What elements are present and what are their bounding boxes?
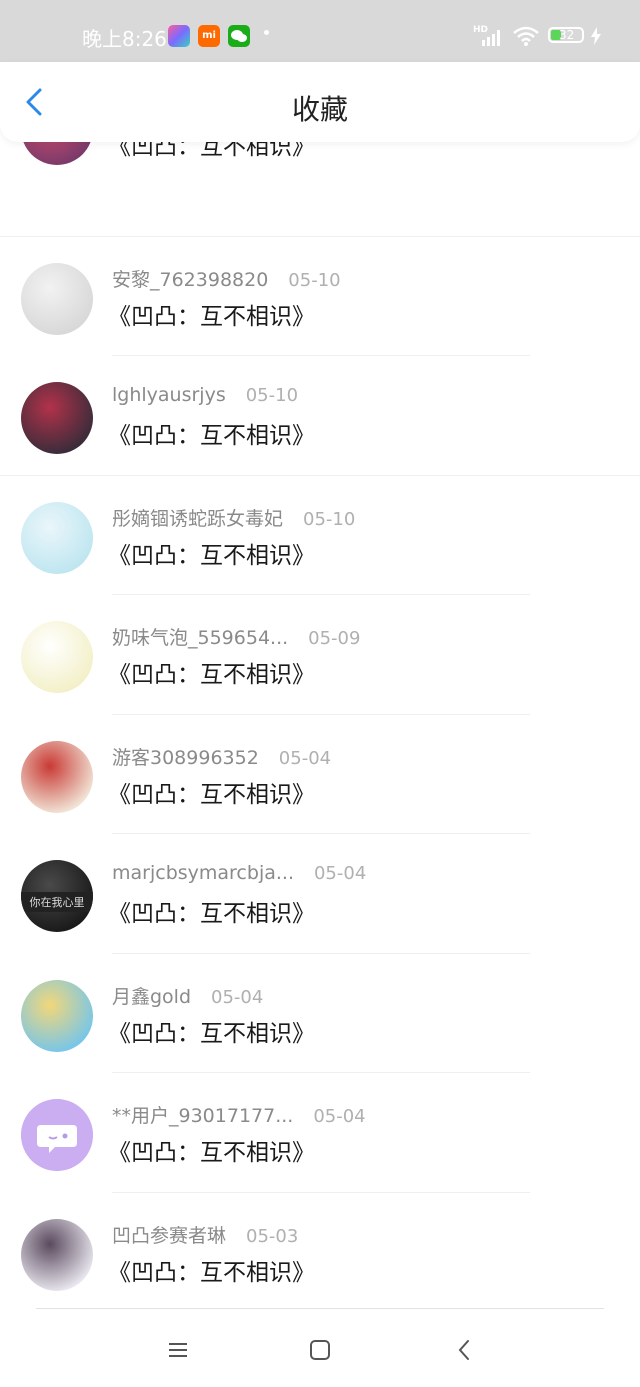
app-a-icon xyxy=(168,25,190,47)
avatar[interactable] xyxy=(21,1218,93,1291)
avatar[interactable] xyxy=(21,382,93,454)
chat-bubble-icon xyxy=(21,1099,93,1171)
author-name[interactable]: lghlyausrjys xyxy=(112,384,226,406)
menu-icon xyxy=(169,1343,187,1357)
favorite-date: 05-10 xyxy=(303,508,356,530)
item-meta: 安黎_762398820 05-10 xyxy=(112,265,341,292)
article-title[interactable]: 《凹凸：互不相识》 xyxy=(108,894,315,928)
status-bar: 晚上8:26 mi HD 32 xyxy=(0,0,640,62)
home-button[interactable] xyxy=(308,1338,332,1362)
back-icon xyxy=(458,1340,469,1360)
author-name[interactable]: 奶味气泡_559654... xyxy=(112,623,288,650)
avatar[interactable] xyxy=(21,621,93,693)
item-meta: **用户_93017177... 05-04 xyxy=(112,1101,366,1128)
avatar[interactable] xyxy=(21,1099,93,1171)
author-name[interactable]: 凹凸参赛者琳 xyxy=(112,1221,226,1248)
list-item[interactable]: 凹凸参赛者琳 05-03 《凹凸：互不相识》 xyxy=(0,1193,640,1313)
favorite-date: 05-04 xyxy=(313,1106,366,1127)
article-title[interactable]: 《凹凸：互不相识》 xyxy=(108,1133,315,1167)
author-name[interactable]: 安黎_762398820 xyxy=(112,265,268,292)
list-item[interactable]: 安黎_762398820 05-10 《凹凸：互不相识》 xyxy=(0,237,640,356)
status-time: 晚上8:26 xyxy=(82,27,167,51)
home-icon xyxy=(310,1340,330,1360)
list-item[interactable]: 月鑫gold 05-04 《凹凸：互不相识》 xyxy=(0,954,640,1073)
favorite-date: 05-04 xyxy=(313,863,367,884)
mi-icon: mi xyxy=(198,25,220,47)
page-title: 收藏 xyxy=(291,93,348,126)
avatar[interactable]: 你在我心里 xyxy=(21,860,93,932)
avatar[interactable] xyxy=(21,262,93,335)
article-title[interactable]: 《凹凸：互不相识》 xyxy=(108,655,315,689)
author-name[interactable]: 月鑫gold xyxy=(112,982,191,1009)
favorite-date: 05-03 xyxy=(246,1225,299,1247)
list-item[interactable]: 彤嫡锢诱蛇跞女毒妃 05-10 《凹凸：互不相识》 xyxy=(0,476,640,595)
item-meta: marjcbsymarcbja... 05-04 xyxy=(112,862,366,884)
author-name[interactable]: 游客308996352 xyxy=(112,743,259,770)
list-item[interactable]: **用户_93017177... 05-04 《凹凸：互不相识》 xyxy=(0,1073,640,1193)
system-back-button[interactable] xyxy=(452,1338,476,1362)
article-title[interactable]: 《凹凸：互不相识》 xyxy=(108,297,315,331)
bottom-divider xyxy=(36,1308,604,1309)
item-meta: 奶味气泡_559654... 05-09 xyxy=(112,623,360,650)
list-item[interactable]: lghlyausrjys 05-10 《凹凸：互不相识》 xyxy=(0,356,640,476)
article-title[interactable]: 《凹凸：互不相识》 xyxy=(108,775,315,809)
item-meta: 游客308996352 05-04 xyxy=(112,743,331,770)
wifi-icon xyxy=(513,26,539,46)
list-item[interactable]: 游客308996352 05-04 《凹凸：互不相识》 xyxy=(0,715,640,834)
signal-icon xyxy=(482,30,500,46)
author-name[interactable]: marjcbsymarcbja... xyxy=(112,862,294,884)
avatar-caption: 你在我心里 xyxy=(21,892,93,912)
article-title[interactable]: 《凹凸：互不相识》 xyxy=(108,536,315,570)
charging-icon xyxy=(591,27,601,45)
author-name[interactable]: 彤嫡锢诱蛇跞女毒妃 xyxy=(112,504,283,531)
avatar[interactable] xyxy=(21,979,93,1052)
favorites-list: ˇ 酒醉思红颜╰_2...05-14《凹凸：互不相识》安黎_7623988200… xyxy=(0,93,640,1313)
notification-dot xyxy=(264,30,269,35)
author-name[interactable]: **用户_93017177... xyxy=(112,1101,293,1128)
menu-button[interactable] xyxy=(166,1338,190,1362)
avatar[interactable] xyxy=(21,740,93,813)
battery-level: 32 xyxy=(559,28,575,42)
wechat-icon xyxy=(228,25,250,47)
favorite-date: 05-10 xyxy=(288,269,341,291)
system-nav-bar xyxy=(0,1310,640,1387)
favorite-date: 05-04 xyxy=(278,747,332,769)
battery-icon: 32 xyxy=(548,27,584,43)
item-meta: 凹凸参赛者琳 05-03 xyxy=(112,1221,298,1248)
item-meta: 彤嫡锢诱蛇跞女毒妃 05-10 xyxy=(112,504,355,531)
avatar[interactable] xyxy=(21,501,93,574)
item-meta: 月鑫gold 05-04 xyxy=(112,982,263,1009)
favorite-date: 05-09 xyxy=(308,628,361,649)
list-item[interactable]: 你在我心里 marjcbsymarcbja... 05-04 《凹凸：互不相识》 xyxy=(0,834,640,954)
article-title[interactable]: 《凹凸：互不相识》 xyxy=(108,1253,315,1287)
article-title[interactable]: 《凹凸：互不相识》 xyxy=(108,416,315,450)
article-title[interactable]: 《凹凸：互不相识》 xyxy=(108,1014,315,1048)
item-meta: lghlyausrjys 05-10 xyxy=(112,384,298,406)
favorite-date: 05-10 xyxy=(245,385,299,406)
list-item[interactable]: 奶味气泡_559654... 05-09 《凹凸：互不相识》 xyxy=(0,595,640,715)
favorite-date: 05-04 xyxy=(211,986,264,1008)
header-bar: 收藏 xyxy=(0,62,640,142)
